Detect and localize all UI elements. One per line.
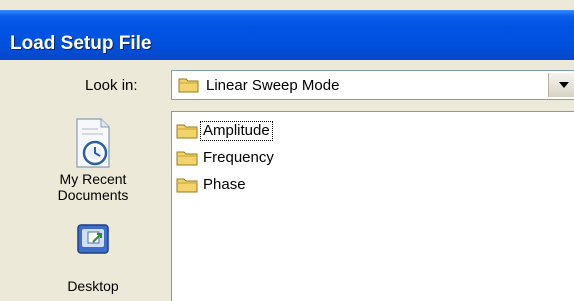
file-name: Phase bbox=[203, 176, 246, 193]
window-title: Load Setup File bbox=[10, 33, 152, 54]
places-desktop[interactable]: Desktop bbox=[38, 222, 148, 294]
look-in-dropdown-button[interactable] bbox=[548, 73, 574, 97]
chevron-down-icon bbox=[559, 82, 569, 88]
file-name: Amplitude bbox=[200, 121, 273, 141]
places-item-label: My Recent Documents bbox=[57, 171, 129, 203]
folder-icon bbox=[176, 124, 198, 139]
look-in-value: Linear Sweep Mode bbox=[206, 77, 340, 94]
desktop-icon bbox=[77, 224, 109, 254]
look-in-combobox[interactable]: Linear Sweep Mode bbox=[171, 70, 574, 100]
look-in-label: Look in: bbox=[85, 77, 138, 94]
places-my-recent-documents[interactable]: My Recent Documents bbox=[38, 117, 148, 203]
folder-icon bbox=[176, 151, 198, 166]
folder-icon bbox=[178, 78, 199, 93]
load-setup-dialog: Load Setup File Look in: Linear Sweep Mo… bbox=[0, 0, 574, 301]
file-list[interactable]: Amplitude Frequency Phase bbox=[171, 111, 574, 301]
file-name: Frequency bbox=[203, 149, 274, 166]
recent-documents-icon bbox=[76, 118, 110, 168]
folder-icon bbox=[176, 178, 198, 193]
title-bar[interactable]: Load Setup File bbox=[0, 10, 574, 60]
